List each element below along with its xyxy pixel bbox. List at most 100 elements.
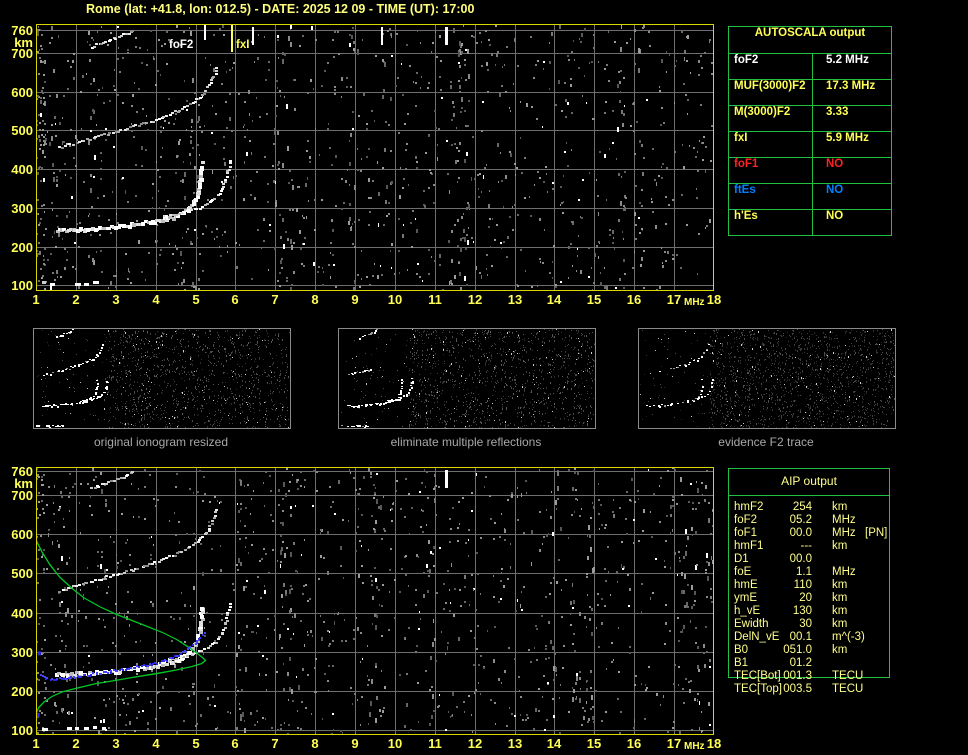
- y-axis-tick-label: 300: [0, 645, 33, 660]
- x-axis-tick-label: 5: [183, 292, 209, 307]
- aip-param-value: 001.3: [772, 670, 812, 683]
- autoscala-row: h'EsNO: [729, 210, 891, 235]
- fxI-marker-label: fxI: [236, 39, 249, 51]
- aip-param-label: B1: [734, 657, 748, 670]
- aip-output-table: AIP output hmF2254kmfoF205.2MHzfoF100.0M…: [728, 468, 894, 706]
- autoscala-param-label: M(3000)F2: [729, 106, 813, 131]
- y-axis-tick-label: 600: [0, 85, 33, 100]
- autoscala-param-value: NO: [813, 210, 891, 235]
- autoscala-table-title: AUTOSCALA output: [729, 27, 891, 54]
- y-axis-tick-label: 500: [0, 566, 33, 581]
- autoscala-param-label: h'Es: [729, 210, 813, 235]
- x-axis-tick-label: 8: [302, 736, 328, 751]
- autoscala-row: M(3000)F23.33: [729, 106, 891, 132]
- x-axis-tick-label: 7: [262, 736, 288, 751]
- aip-row: hmF1---km: [728, 540, 894, 553]
- aip-table-separator: [728, 495, 890, 496]
- bottom-ionogram-canvas: [36, 467, 714, 735]
- autoscala-param-label: MUF(3000)F2: [729, 80, 813, 105]
- aip-param-unit: km: [832, 618, 847, 631]
- aip-row: TEC[Bot]001.3TECU: [728, 670, 894, 683]
- x-axis-tick-label: 1: [23, 736, 49, 751]
- y-axis-unit-km: km: [0, 35, 33, 50]
- x-axis-tick-label: 3: [103, 736, 129, 751]
- aip-row: foF100.0MHz[PN]: [728, 527, 894, 540]
- autoscala-row: fxI5.9 MHz: [729, 132, 891, 158]
- aip-param-label: foE: [734, 566, 751, 579]
- x-axis-unit-mhz: MHz: [684, 741, 705, 752]
- x-axis-tick-label: 12: [462, 736, 488, 751]
- aip-param-label: D1: [734, 553, 749, 566]
- x-axis-tick-label: 12: [462, 292, 488, 307]
- x-axis-tick-label: 4: [143, 736, 169, 751]
- aip-row: TEC[Top]003.5TECU: [728, 683, 894, 696]
- aip-param-label: hmE: [734, 579, 758, 592]
- aip-param-label: ymE: [734, 592, 757, 605]
- aip-param-unit: MHz: [832, 566, 856, 579]
- aip-param-label: hmF2: [734, 501, 763, 514]
- x-axis-tick-label: 4: [143, 292, 169, 307]
- aip-param-label: B0: [734, 644, 748, 657]
- aip-row: hmF2254km: [728, 501, 894, 514]
- thumbnail-caption: evidence F2 trace: [638, 435, 894, 449]
- x-axis-tick-label: 7: [262, 292, 288, 307]
- y-axis-tick-label: 600: [0, 527, 33, 542]
- page-title: Rome (lat: +41.8, lon: 012.5) - DATE: 20…: [86, 2, 474, 16]
- thumbnail-caption: eliminate multiple reflections: [338, 435, 594, 449]
- autoscala-param-value: NO: [813, 184, 891, 209]
- x-axis-tick-label: 9: [342, 736, 368, 751]
- aip-param-unit: TECU: [832, 670, 863, 683]
- aip-row: foF205.2MHz: [728, 514, 894, 527]
- aip-param-label: h_vE: [734, 605, 760, 618]
- aip-param-unit: MHz: [832, 514, 856, 527]
- aip-row: ymE20km: [728, 592, 894, 605]
- x-axis-tick-label: 16: [621, 736, 647, 751]
- x-axis-tick-label: 10: [382, 736, 408, 751]
- aip-param-unit: TECU: [832, 683, 863, 696]
- autoscala-param-label: ftEs: [729, 184, 813, 209]
- autoscala-param-label: fxI: [729, 132, 813, 157]
- aip-row: h_vE130km: [728, 605, 894, 618]
- aip-param-unit: km: [832, 644, 847, 657]
- aip-param-value: 1.1: [772, 566, 812, 579]
- autoscala-param-value: 3.33: [813, 106, 891, 131]
- aip-param-unit: km: [832, 579, 847, 592]
- aip-row: D1 00.0: [728, 553, 894, 566]
- y-axis-tick-label: 500: [0, 123, 33, 138]
- top-ionogram-canvas: [36, 24, 714, 291]
- aip-row: B101.2: [728, 657, 894, 670]
- aip-row: hmE 110 km: [728, 579, 894, 592]
- aip-param-unit: MHz: [832, 527, 856, 540]
- aip-param-unit: km: [832, 540, 847, 553]
- aip-param-unit: m^(-3): [832, 631, 865, 644]
- aip-param-value: ---: [772, 540, 812, 553]
- x-axis-tick-label: 3: [103, 292, 129, 307]
- aip-param-label: foF1: [734, 527, 757, 540]
- y-axis-unit-km: km: [0, 476, 33, 491]
- aip-param-value: 110: [772, 579, 812, 592]
- x-axis-tick-label: 10: [382, 292, 408, 307]
- thumbnail-original-ionogram: [33, 328, 291, 429]
- autoscala-row: foF25.2 MHz: [729, 54, 891, 80]
- y-axis-tick-label: 300: [0, 201, 33, 216]
- x-axis-tick-label: 11: [422, 292, 448, 307]
- autoscala-param-value: 17.3 MHz: [813, 80, 891, 105]
- x-axis-tick-label: 18: [701, 292, 727, 307]
- aip-param-value: 30: [772, 618, 812, 631]
- x-axis-tick-label: 6: [222, 736, 248, 751]
- x-axis-tick-label: 11: [422, 736, 448, 751]
- aip-param-label: foF2: [734, 514, 757, 527]
- x-axis-tick-label: 13: [502, 292, 528, 307]
- aip-param-flag: [PN]: [865, 527, 887, 540]
- autoscala-param-label: foF1: [729, 158, 813, 183]
- aip-param-unit: km: [832, 501, 847, 514]
- x-axis-tick-label: 18: [701, 736, 727, 751]
- thumbnail-caption: original ionogram resized: [33, 435, 289, 449]
- x-axis-tick-label: 8: [302, 292, 328, 307]
- aip-param-value: 20: [772, 592, 812, 605]
- y-axis-tick-label: 400: [0, 606, 33, 621]
- x-axis-tick-label: 9: [342, 292, 368, 307]
- x-axis-tick-label: 14: [541, 736, 567, 751]
- aip-param-value: 00.0: [772, 553, 812, 566]
- x-axis-tick-label: 5: [183, 736, 209, 751]
